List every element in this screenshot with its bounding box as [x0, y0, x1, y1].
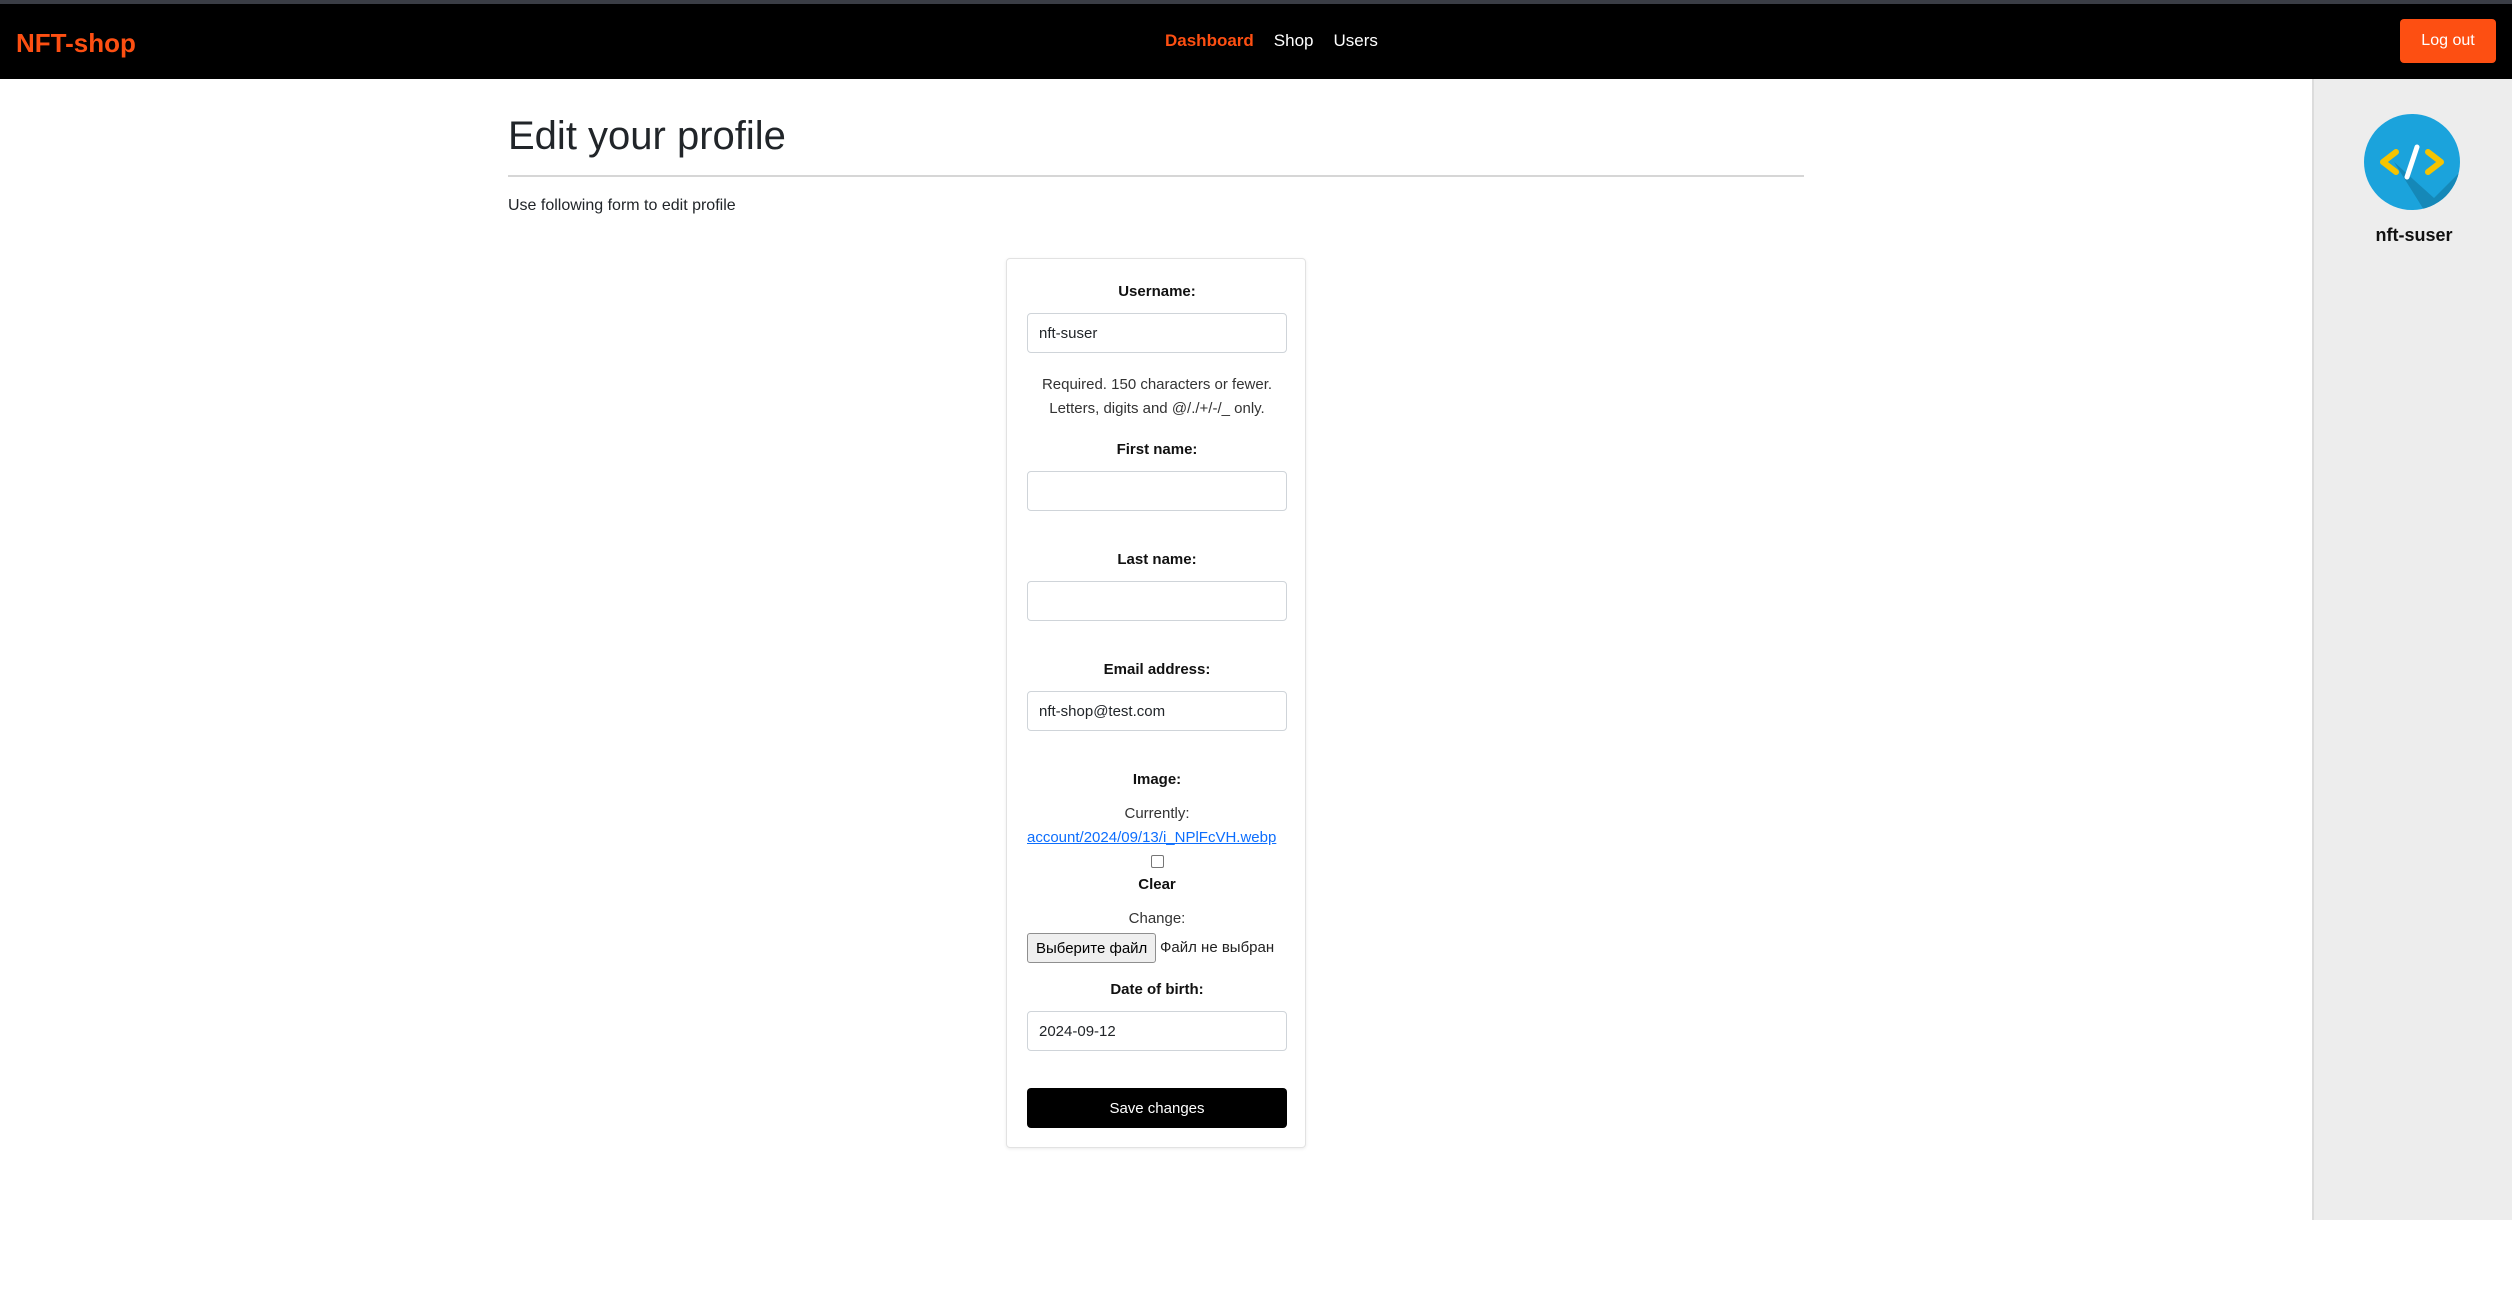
last-name-label: Last name:: [1117, 551, 1197, 568]
logout-button[interactable]: Log out: [2400, 19, 2496, 63]
email-field[interactable]: nft-shop@test.com: [1027, 691, 1287, 731]
image-currently-label: Currently:: [1124, 805, 1190, 822]
username-help-line-2: Letters, digits and @/./+/-/_ only.: [1049, 400, 1265, 417]
nav-item-shop[interactable]: Shop: [1274, 31, 1314, 51]
username-field[interactable]: nft-suser: [1027, 313, 1287, 353]
nav-item-users[interactable]: Users: [1334, 31, 1378, 51]
top-navbar: NFT-shop Dashboard Shop Users Log out: [0, 4, 2512, 79]
username-label: Username:: [1118, 283, 1196, 300]
nav-links: Dashboard Shop Users: [1165, 31, 1378, 51]
clear-image-label: Clear: [1138, 876, 1176, 893]
image-label: Image:: [1132, 771, 1182, 788]
edit-profile-form: Username: nft-suser Required. 150 charac…: [1006, 258, 1306, 1148]
dob-label: Date of birth:: [1110, 981, 1204, 998]
avatar[interactable]: [2364, 114, 2460, 210]
last-name-field[interactable]: [1027, 581, 1287, 621]
email-label: Email address:: [1103, 661, 1211, 678]
choose-file-button[interactable]: Выберите файл: [1027, 933, 1157, 963]
sidebar-username: nft-suser: [2375, 225, 2453, 245]
page-lead: Use following form to edit profile: [508, 197, 736, 214]
page-title: Edit your profile: [508, 114, 786, 158]
brand-logo[interactable]: NFT-shop: [16, 28, 136, 59]
user-sidebar: nft-suser: [2312, 79, 2512, 1220]
first-name-field[interactable]: [1027, 471, 1287, 511]
image-change-label: Change:: [1128, 910, 1186, 927]
current-image-link[interactable]: account/2024/09/13/i_NPlFcVH.webp: [1027, 829, 1276, 846]
nav-item-dashboard[interactable]: Dashboard: [1165, 31, 1254, 51]
first-name-label: First name:: [1116, 441, 1198, 458]
no-file-status: Файл не выбран: [1160, 939, 1275, 956]
dob-field[interactable]: 2024-09-12: [1027, 1011, 1287, 1051]
username-help-line-1: Required. 150 characters or fewer.: [1041, 376, 1273, 393]
code-brackets-icon: [2380, 144, 2460, 210]
clear-image-checkbox[interactable]: [1151, 855, 1164, 868]
title-divider: [508, 175, 1804, 177]
save-changes-button[interactable]: Save changes: [1027, 1088, 1287, 1128]
